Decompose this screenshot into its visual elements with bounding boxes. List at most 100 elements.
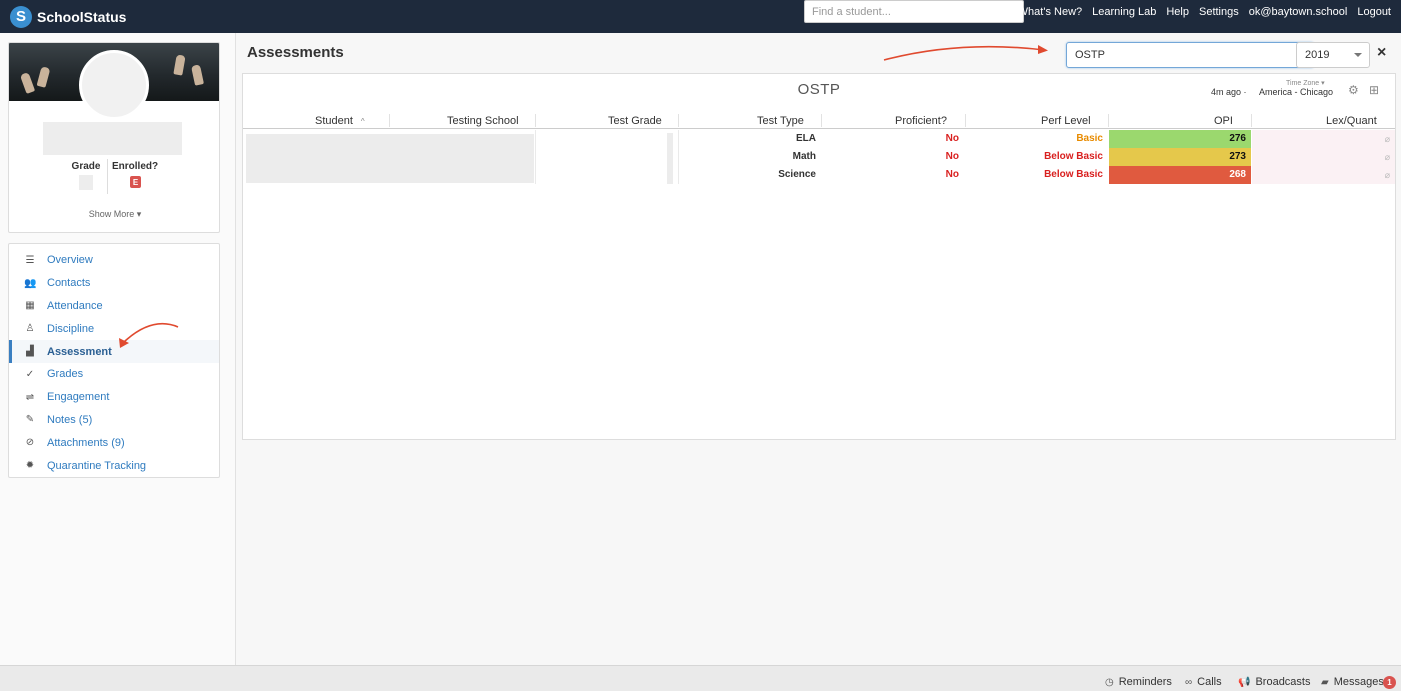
nav-settings[interactable]: Settings (1199, 6, 1239, 18)
student-name-redacted (43, 122, 182, 155)
sidebar-item-grades[interactable]: ✓ Grades (9, 363, 219, 386)
lex-quant-cell: ⌀ (1252, 166, 1395, 184)
perf-level-cell: Below Basic (1044, 169, 1103, 180)
sidebar-item-label: Grades (47, 368, 84, 381)
test-type-cell: ELA (796, 133, 816, 144)
column-header-proficient[interactable]: Proficient? (895, 115, 947, 127)
sidebar-item-quarantine-tracking[interactable]: ✹ Quarantine Tracking (9, 454, 219, 477)
sidebar-item-discipline[interactable]: ♙ Discipline (9, 317, 219, 340)
gear-icon[interactable]: ⚙ (1348, 83, 1359, 97)
sidebar-item-label: Attendance (47, 299, 103, 312)
nav-help[interactable]: Help (1166, 6, 1189, 18)
calendar-icon: ▦ (25, 300, 35, 312)
column-header-lex-quant[interactable]: Lex/Quant (1326, 115, 1377, 127)
virus-icon: ✹ (25, 460, 35, 472)
column-header-testing-school[interactable]: Testing School (447, 115, 519, 127)
pencil-icon: ✎ (25, 414, 35, 426)
perf-level-cell: Basic (1076, 133, 1103, 144)
top-navbar: S SchoolStatus What's New? Learning Lab … (0, 0, 1401, 33)
sidebar-item-label: Attachments (9) (47, 436, 125, 449)
close-button[interactable]: × (1377, 44, 1386, 62)
users-icon: 👥 (24, 277, 37, 289)
grade-value-redacted (79, 175, 93, 190)
table-row[interactable]: ELA No Basic 276 ⌀ (243, 130, 1395, 148)
table-header: Student ^ Testing School Test Grade Test … (243, 112, 1395, 129)
sidebar-item-attendance[interactable]: ▦ Attendance (9, 295, 219, 318)
app-name: SchoolStatus (37, 8, 127, 25)
sort-asc-icon: ^ (360, 117, 365, 126)
sidebar-item-label: Overview (47, 254, 93, 267)
student-nav-menu: ☰ Overview 👥 Contacts ▦ Attendance ♙ Dis… (8, 243, 220, 478)
footer-messages[interactable]: ▰ Messages (1321, 676, 1384, 688)
alert-icon: ♙ (25, 323, 35, 335)
sidebar-item-assessment[interactable]: ▟ Assessment (9, 340, 219, 363)
sidebar-item-label: Contacts (47, 277, 91, 290)
column-header-test-grade[interactable]: Test Grade (608, 115, 662, 127)
nav-learning-lab[interactable]: Learning Lab (1092, 6, 1156, 18)
table-row[interactable]: Science No Below Basic 268 ⌀ (243, 166, 1395, 184)
sidebar-item-engagement[interactable]: ⇌ Engagement (9, 386, 219, 409)
show-more-button[interactable]: Show More ▾ (9, 209, 219, 220)
student-search-input[interactable] (804, 0, 1024, 23)
year-select-value: 2019 (1305, 49, 1330, 61)
sidebar-item-attachments[interactable]: ⊘ Attachments (9) (9, 431, 219, 454)
last-refresh[interactable]: 4m ago · (1211, 87, 1247, 97)
perf-level-cell: Below Basic (1044, 151, 1103, 162)
grid-icon[interactable]: ⊞ (1369, 83, 1379, 97)
opi-cell: 276 (1109, 130, 1251, 148)
nav-user-account[interactable]: ok@baytown.school (1249, 6, 1348, 18)
test-type-cell: Math (792, 151, 816, 162)
proficient-cell: No (945, 133, 959, 144)
page-title: Assessments (247, 44, 344, 61)
logo-icon: S (10, 5, 32, 28)
sidebar-item-label: Quarantine Tracking (47, 459, 147, 472)
lex-quant-cell: ⌀ (1252, 148, 1395, 166)
grade-label: Grade (71, 161, 101, 172)
chevron-down-icon (1354, 53, 1362, 57)
messages-icon: ▰ (1321, 676, 1329, 688)
enrolled-badge: E (130, 176, 141, 188)
year-select[interactable]: 2019 (1296, 42, 1370, 68)
list-icon: ☰ (25, 254, 35, 266)
nav-whats-new[interactable]: What's New? (1018, 6, 1082, 18)
footer-bar: ◷ Reminders ∞ Calls 📢 Broadcasts ▰ Messa… (0, 665, 1401, 691)
sidebar-item-notes[interactable]: ✎ Notes (5) (9, 409, 219, 432)
assessment-panel: OSTP 4m ago · Time Zone ▾ America - Chic… (242, 73, 1396, 440)
proficient-cell: No (945, 151, 959, 162)
enrolled-label: Enrolled? (112, 161, 159, 172)
check-icon: ✓ (25, 368, 35, 380)
logo[interactable]: S SchoolStatus (10, 5, 127, 28)
nav-logout[interactable]: Logout (1357, 6, 1391, 18)
clock-icon: ◷ (1105, 676, 1114, 688)
avatar (79, 50, 149, 120)
column-header-test-type[interactable]: Test Type (757, 115, 804, 127)
column-header-perf-level[interactable]: Perf Level (1041, 115, 1091, 127)
opi-cell: 273 (1109, 148, 1251, 166)
proficient-cell: No (945, 169, 959, 180)
timezone-label[interactable]: Time Zone ▾ (1286, 79, 1325, 87)
chart-icon: ▟ (26, 346, 34, 358)
footer-reminders[interactable]: ◷ Reminders (1105, 676, 1172, 688)
table-row[interactable]: Math No Below Basic 273 ⌀ (243, 148, 1395, 166)
annotation-arrow-icon (883, 45, 1048, 61)
footer-broadcasts[interactable]: 📢 Broadcasts (1238, 676, 1310, 688)
test-type-cell: Science (778, 169, 816, 180)
engagement-icon: ⇌ (25, 391, 35, 403)
timezone-value[interactable]: America - Chicago (1259, 87, 1333, 97)
voicemail-icon: ∞ (1185, 676, 1193, 688)
opi-cell: 268 (1109, 166, 1251, 184)
left-column: Grade Enrolled? E Show More ▾ ☰ Overview… (0, 33, 236, 665)
lex-quant-cell: ⌀ (1252, 130, 1395, 148)
assessment-select[interactable]: OSTP (1066, 42, 1314, 68)
column-header-opi[interactable]: OPI (1214, 115, 1233, 127)
footer-calls[interactable]: ∞ Calls (1185, 676, 1222, 688)
sidebar-item-label: Notes (5) (47, 413, 93, 426)
column-header-student[interactable]: Student ^ (315, 115, 365, 127)
sidebar-item-label: Discipline (47, 322, 95, 335)
assessment-select-value: OSTP (1075, 49, 1105, 61)
messages-count-badge: 1 (1383, 676, 1396, 689)
paperclip-icon: ⊘ (25, 437, 35, 449)
top-nav-links: What's New? Learning Lab Help Settings o… (1018, 0, 1391, 23)
sidebar-item-contacts[interactable]: 👥 Contacts (9, 272, 219, 295)
sidebar-item-overview[interactable]: ☰ Overview (9, 249, 219, 272)
